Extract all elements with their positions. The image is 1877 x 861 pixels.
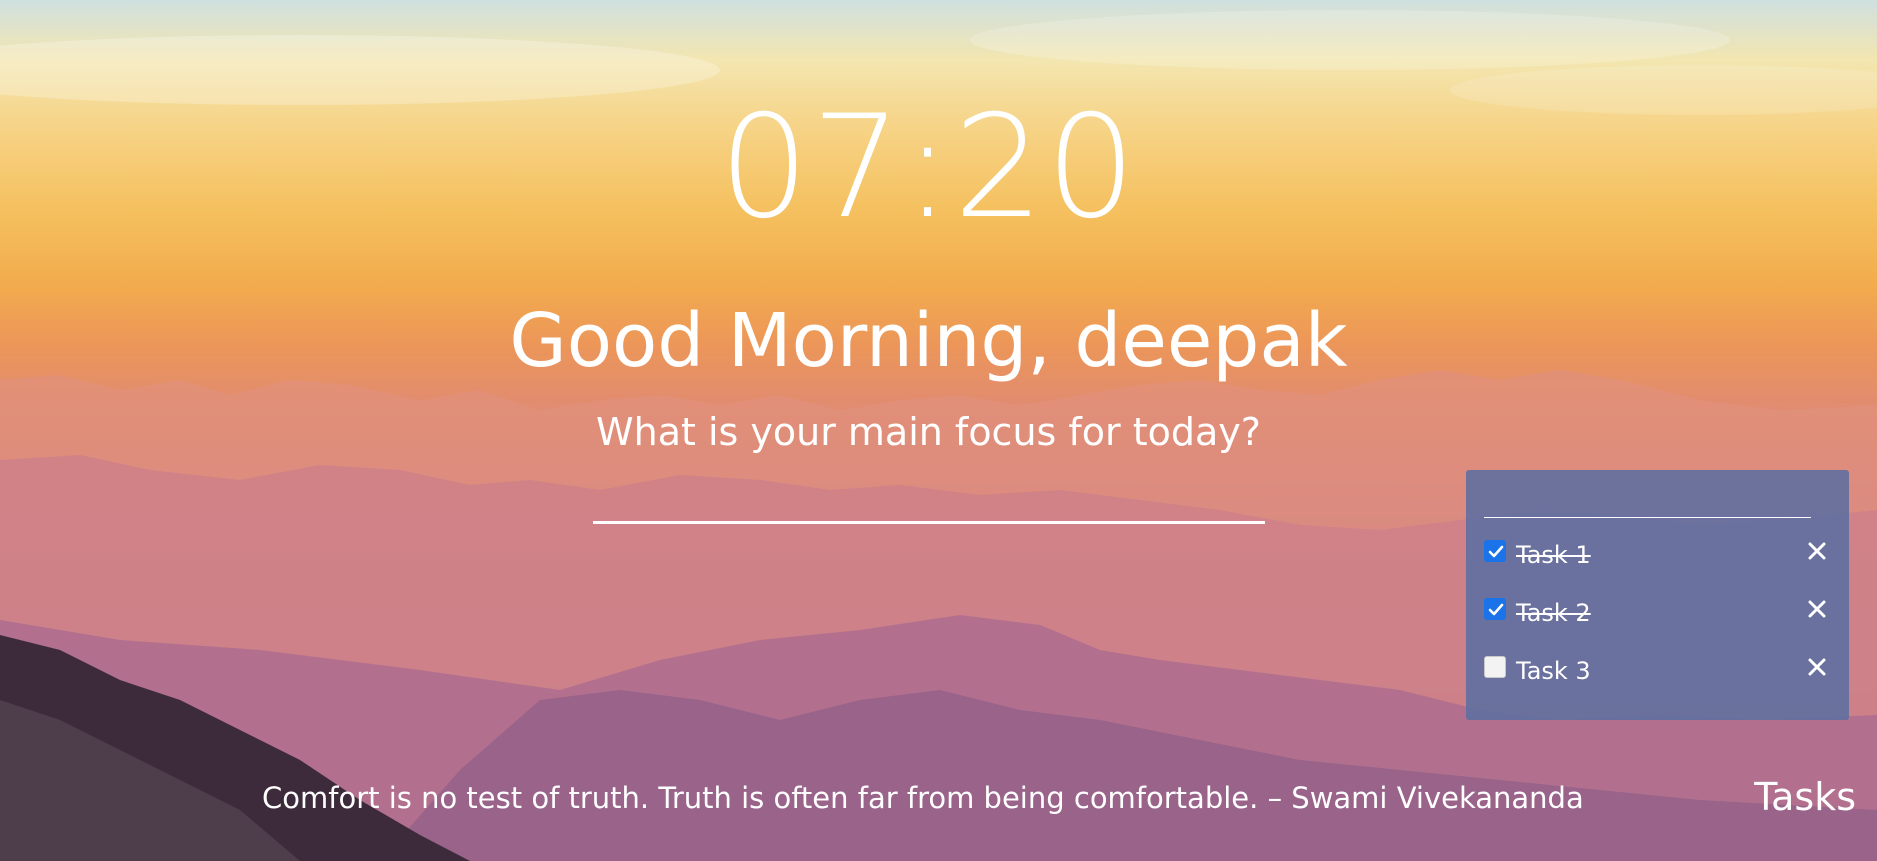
task-item: Task 1	[1484, 532, 1834, 572]
task-checkbox[interactable]	[1484, 540, 1506, 562]
delete-task-button[interactable]	[1804, 654, 1830, 680]
checkmark-icon	[1488, 603, 1504, 616]
task-label: Task 2	[1516, 599, 1591, 627]
close-icon	[1808, 658, 1826, 676]
main-focus-input[interactable]	[593, 474, 1265, 524]
task-checkbox[interactable]	[1484, 598, 1506, 620]
task-item: Task 3	[1484, 648, 1834, 688]
focus-question: What is your main focus for today?	[596, 410, 1261, 454]
tasks-panel: Task 1 Task 2 Task 3	[1466, 470, 1849, 720]
clock-time: 07:20	[718, 85, 1139, 250]
tasks-toggle-button[interactable]: Tasks	[1746, 772, 1856, 822]
close-icon	[1808, 542, 1826, 560]
task-label: Task 1	[1516, 541, 1591, 569]
close-icon	[1808, 600, 1826, 618]
task-checkbox[interactable]	[1484, 656, 1506, 678]
task-label: Task 3	[1516, 657, 1591, 685]
greeting-text: Good Morning, deepak	[509, 298, 1348, 384]
task-item: Task 2	[1484, 590, 1834, 630]
quote-text: Comfort is no test of truth. Truth is of…	[262, 781, 1584, 815]
checkmark-icon	[1488, 545, 1504, 558]
delete-task-button[interactable]	[1804, 538, 1830, 564]
delete-task-button[interactable]	[1804, 596, 1830, 622]
new-task-input[interactable]	[1484, 492, 1811, 518]
